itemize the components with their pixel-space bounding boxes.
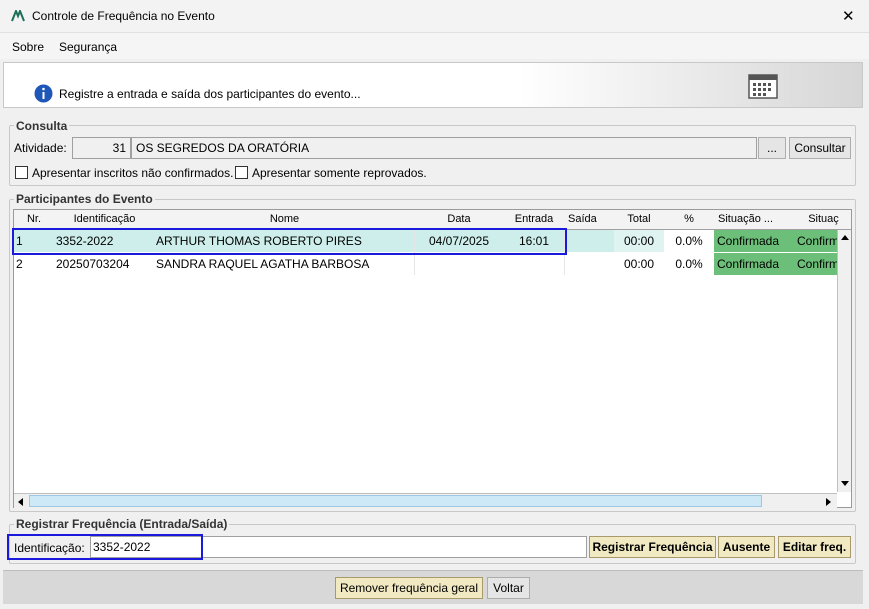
voltar-button[interactable]: Voltar: [487, 577, 530, 599]
cell-pct: 0.0%: [675, 257, 703, 271]
registrar-title: Registrar Frequência (Entrada/Saída): [14, 517, 230, 531]
menu-bar: Sobre Segurança: [0, 33, 869, 59]
atividade-code-field[interactable]: 31: [72, 137, 131, 159]
horizontal-scrollbar[interactable]: [14, 493, 837, 508]
info-banner: Registre a entrada e saída dos participa…: [3, 62, 863, 108]
cell-saida: [564, 230, 614, 252]
scroll-right-icon[interactable]: [825, 497, 833, 507]
ausente-button[interactable]: Ausente: [718, 536, 775, 558]
info-icon: [34, 84, 53, 103]
chk-reprovados-label: Apresentar somente reprovados.: [252, 166, 427, 180]
browse-button[interactable]: ...: [758, 137, 786, 159]
title-bar: Controle de Frequência no Evento ✕: [0, 0, 869, 33]
scroll-left-icon[interactable]: [16, 497, 24, 507]
editar-freq-button[interactable]: Editar freq.: [778, 536, 851, 558]
cell-situacao-2: Confirm: [794, 253, 838, 275]
cell-nome: SANDRA RAQUEL AGATHA BARBOSA: [156, 257, 370, 271]
atividade-name-field[interactable]: OS SEGREDOS DA ORATÓRIA: [131, 137, 757, 159]
col-header-nome[interactable]: Nome: [155, 210, 415, 230]
chk-reprovados[interactable]: [235, 166, 248, 179]
cell-identificacao: 20250703204: [56, 257, 130, 271]
menu-sobre[interactable]: Sobre: [12, 40, 44, 54]
col-header-total[interactable]: Total: [614, 210, 665, 230]
horizontal-scroll-thumb[interactable]: [29, 495, 762, 507]
cell-situacao-2: Confirm: [794, 230, 838, 252]
scroll-up-icon[interactable]: [840, 233, 850, 241]
chk-nao-confirmados[interactable]: [15, 166, 28, 179]
table-row[interactable]: 2 20250703204 SANDRA RAQUEL AGATHA BARBO…: [14, 253, 838, 275]
registrar-frequencia-button[interactable]: Registrar Frequência: [589, 536, 716, 558]
col-header-situacao[interactable]: Situação ...: [714, 210, 799, 230]
chk-nao-confirmados-label: Apresentar inscritos não confirmados.: [32, 166, 234, 180]
vertical-scrollbar[interactable]: [837, 230, 851, 492]
scroll-down-icon[interactable]: [840, 480, 850, 488]
cell-total: 00:00: [614, 230, 664, 252]
cell-nr: 2: [16, 257, 23, 271]
ident-highlight: [7, 534, 203, 560]
remover-frequencia-button[interactable]: Remover frequência geral: [335, 577, 483, 599]
calendar-icon: [748, 74, 778, 99]
menu-seguranca[interactable]: Segurança: [59, 40, 117, 54]
cell-situacao: Confirmada: [714, 230, 794, 252]
cell-data: [414, 253, 504, 275]
window-title: Controle de Frequência no Evento: [32, 9, 215, 23]
consultar-button[interactable]: Consultar: [789, 137, 851, 159]
banner-text: Registre a entrada e saída dos participa…: [59, 87, 361, 101]
col-header-entrada[interactable]: Entrada: [504, 210, 565, 230]
participantes-title: Participantes do Evento: [14, 192, 155, 206]
app-logo-icon: [11, 10, 25, 22]
consulta-title: Consulta: [14, 119, 70, 133]
cell-pct: 0.0%: [664, 230, 714, 252]
cell-total: 00:00: [623, 257, 655, 271]
atividade-label: Atividade:: [14, 141, 67, 155]
col-header-data[interactable]: Data: [414, 210, 505, 230]
row-highlight: [12, 228, 567, 255]
close-icon[interactable]: ✕: [842, 7, 855, 25]
col-header-identificacao[interactable]: Identificação: [54, 210, 156, 230]
col-header-pct[interactable]: %: [664, 210, 715, 230]
cell-entrada: [504, 253, 564, 275]
col-header-saida[interactable]: Saída: [564, 210, 619, 230]
col-header-situacao-2[interactable]: Situaç: [794, 210, 851, 230]
cell-saida: [564, 253, 614, 275]
cell-situacao: Confirmada: [714, 253, 794, 275]
col-header-nr[interactable]: Nr.: [14, 210, 55, 230]
